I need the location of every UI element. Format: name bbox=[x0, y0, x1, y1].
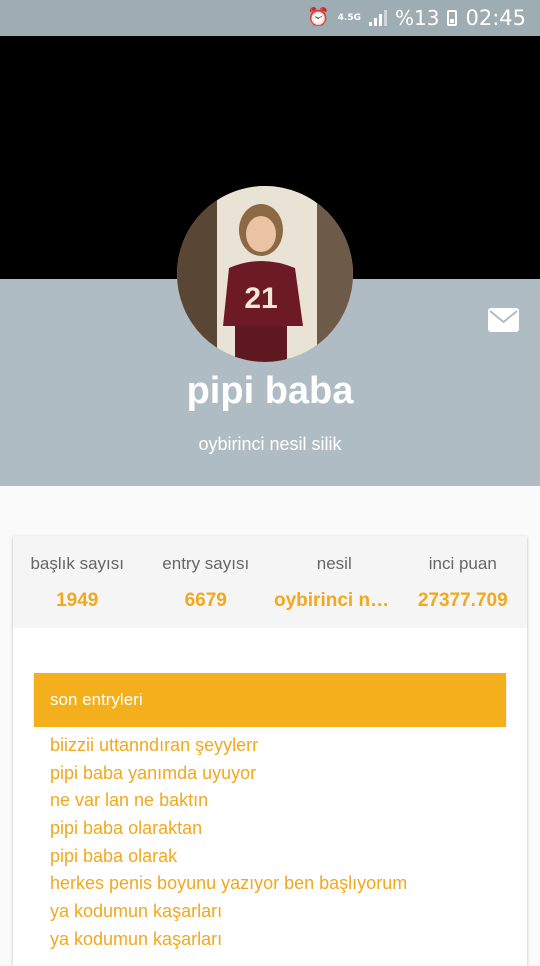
clock: 02:45 bbox=[465, 6, 526, 30]
mail-envelope-glyph bbox=[489, 310, 518, 324]
mail-icon[interactable] bbox=[488, 308, 519, 332]
entry-link[interactable]: herkes penis boyunu yazıyor ben başlıyor… bbox=[50, 870, 506, 898]
stats-row: başlık sayısı 1949 entry sayısı 6679 nes… bbox=[13, 536, 527, 628]
entry-link[interactable]: pipi baba yanımda uyuyor bbox=[50, 760, 506, 788]
stat-label: nesil bbox=[316, 554, 352, 573]
entry-link[interactable]: pipi baba olaraktan bbox=[50, 815, 506, 843]
battery-charging-icon bbox=[447, 10, 458, 26]
network-label: 4.5G bbox=[337, 12, 362, 23]
entry-link[interactable]: ne var lan ne baktın bbox=[50, 787, 506, 815]
entry-link[interactable]: ya kodumun kaşarları bbox=[50, 926, 506, 954]
status-bar: ⏰ 4.5G %13 02:45 bbox=[0, 0, 540, 36]
username: pipi baba bbox=[186, 370, 354, 412]
entry-link[interactable]: pipi baba olarak bbox=[50, 843, 506, 871]
network-indicator: 4.5G bbox=[337, 12, 362, 23]
entry-link[interactable]: biizzii uttanndıran şeyylerr bbox=[50, 732, 506, 760]
entry-link[interactable]: ya kodumun kaşarları bbox=[50, 898, 506, 926]
avatar[interactable]: 21 bbox=[177, 186, 353, 362]
recent-entries-header: son entryleri bbox=[34, 673, 506, 727]
alarm-icon: ⏰ bbox=[307, 7, 330, 28]
battery-percent: %13 bbox=[395, 6, 440, 30]
user-subtitle: oybirinci nesil silik bbox=[198, 434, 342, 454]
stat-label: inci puan bbox=[428, 554, 497, 573]
stat-label: başlık sayısı bbox=[30, 554, 125, 573]
profile-card: başlık sayısı 1949 entry sayısı 6679 nes… bbox=[13, 536, 527, 966]
stat-value: 6679 bbox=[184, 590, 227, 611]
stat-topic-count: başlık sayısı 1949 bbox=[13, 536, 142, 628]
stat-value: 1949 bbox=[56, 590, 99, 611]
jersey-number: 21 bbox=[244, 282, 277, 315]
stat-inci-points: inci puan 27377.709 bbox=[399, 536, 528, 628]
recent-entries-list: biizzii uttanndıran şeyylerr pipi baba y… bbox=[34, 727, 506, 954]
stat-value: 27377.709 bbox=[417, 590, 508, 611]
stat-entry-count: entry sayısı 6679 bbox=[142, 536, 271, 628]
stat-generation: nesil oybirinci nesil silik bbox=[270, 536, 399, 628]
signal-icon bbox=[369, 10, 388, 26]
avatar-photo: 21 bbox=[177, 186, 353, 362]
stat-value: oybirinci nesil silik bbox=[274, 590, 399, 611]
stat-label: entry sayısı bbox=[162, 554, 250, 573]
